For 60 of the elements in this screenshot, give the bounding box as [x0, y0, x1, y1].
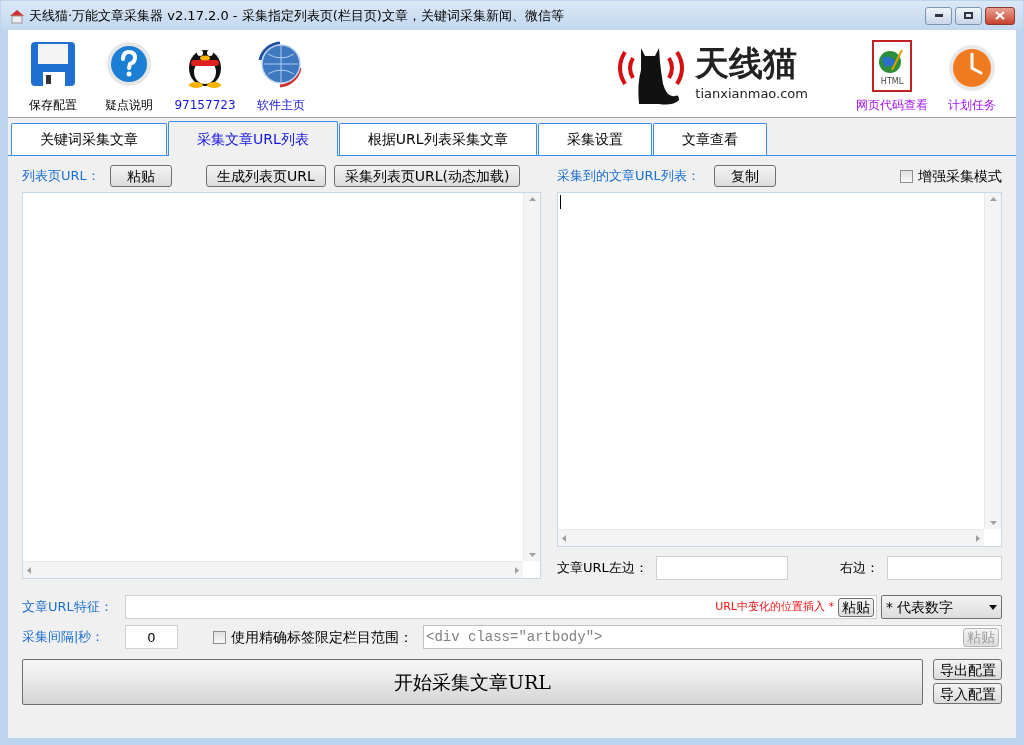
tab[interactable]: 采集文章URL列表: [168, 121, 338, 156]
scroll-left-arrow-icon[interactable]: [27, 566, 31, 574]
config-button[interactable]: 导入配置: [933, 683, 1002, 704]
vertical-scrollbar[interactable]: [523, 193, 540, 561]
input-field[interactable]: 0: [125, 625, 178, 649]
scroll-right-arrow-icon[interactable]: [976, 534, 980, 542]
close-icon: [995, 11, 1005, 20]
input-field[interactable]: URL中变化的位置插入 * 粘贴: [125, 595, 877, 619]
scroll-down-arrow-icon[interactable]: [989, 521, 997, 525]
vertical-scrollbar[interactable]: [984, 193, 1001, 529]
start-button[interactable]: 开始采集文章URL: [22, 659, 923, 705]
field-label: 列表页URL：: [22, 167, 101, 186]
toolbar-button[interactable]: 疑点说明: [96, 40, 162, 114]
checkbox-label: 使用精确标签限定栏目范围：: [231, 627, 413, 647]
toolbar-button[interactable]: 软件主页: [248, 40, 314, 114]
house-icon: [9, 7, 25, 24]
scroll-up-arrow-icon[interactable]: [989, 197, 997, 201]
toolbar-button[interactable]: 保存配置: [20, 40, 86, 114]
field-label: 文章URL特征：: [22, 598, 114, 617]
scroll-right-arrow-icon[interactable]: [515, 566, 519, 574]
toolbar-button[interactable]: 计划任务: [940, 44, 1004, 114]
toolbar-button[interactable]: HTML 网页代码查看: [856, 40, 928, 114]
field-label: 文章URL左边：: [557, 559, 648, 578]
field-label: 采集到的文章URL列表：: [557, 167, 700, 186]
maximize-button[interactable]: [955, 6, 982, 25]
close-button[interactable]: [985, 6, 1015, 25]
field-label: 右边：: [840, 559, 879, 578]
field-label: 采集间隔|秒：: [22, 628, 106, 647]
minimize-button[interactable]: [925, 6, 952, 25]
html-file-icon: HTML: [872, 40, 912, 92]
toolbar-button[interactable]: 97157723: [172, 40, 238, 114]
checkbox-label: 增强采集模式: [918, 166, 1002, 186]
horizontal-scrollbar[interactable]: [23, 561, 523, 578]
scroll-down-arrow-icon[interactable]: [528, 553, 536, 557]
toolbar-button[interactable]: 粘贴: [110, 165, 172, 187]
tab[interactable]: 采集设置: [537, 123, 652, 155]
help-icon: [105, 40, 153, 88]
input-field[interactable]: [655, 556, 788, 580]
checkbox[interactable]: [213, 630, 226, 644]
input-field[interactable]: [887, 556, 1002, 580]
horizontal-scrollbar[interactable]: [558, 529, 984, 546]
clock-icon: [948, 44, 996, 92]
logo-domain: tianxianmao.com: [695, 85, 808, 104]
toolbar-button[interactable]: 采集列表页URL(动态加载): [333, 165, 521, 187]
toolbar-button[interactable]: 生成列表页URL: [206, 165, 326, 187]
window-title: 天线猫·万能文章采集器 v2.17.2.0 - 采集指定列表页(栏目页)文章，关键词采集新闻、微信等: [29, 6, 565, 25]
checkbox[interactable]: [900, 169, 913, 183]
hint-text: URL中变化的位置插入 *: [715, 598, 834, 615]
caret-icon: [989, 604, 997, 610]
tab[interactable]: 根据URL列表采集文章: [338, 123, 537, 155]
config-button[interactable]: 导出配置: [933, 659, 1002, 680]
copy-button[interactable]: 复制: [713, 165, 776, 187]
tab[interactable]: 文章查看: [652, 123, 767, 155]
text-cursor: [560, 195, 561, 209]
dropdown[interactable]: * 代表数字: [881, 595, 1002, 619]
scroll-left-arrow-icon[interactable]: [562, 534, 566, 542]
tab[interactable]: 关键词采集文章: [11, 123, 167, 155]
scroll-up-arrow-icon[interactable]: [528, 197, 536, 201]
paste-button[interactable]: 粘贴: [838, 597, 874, 617]
logo-name: 天线猫: [695, 46, 799, 81]
